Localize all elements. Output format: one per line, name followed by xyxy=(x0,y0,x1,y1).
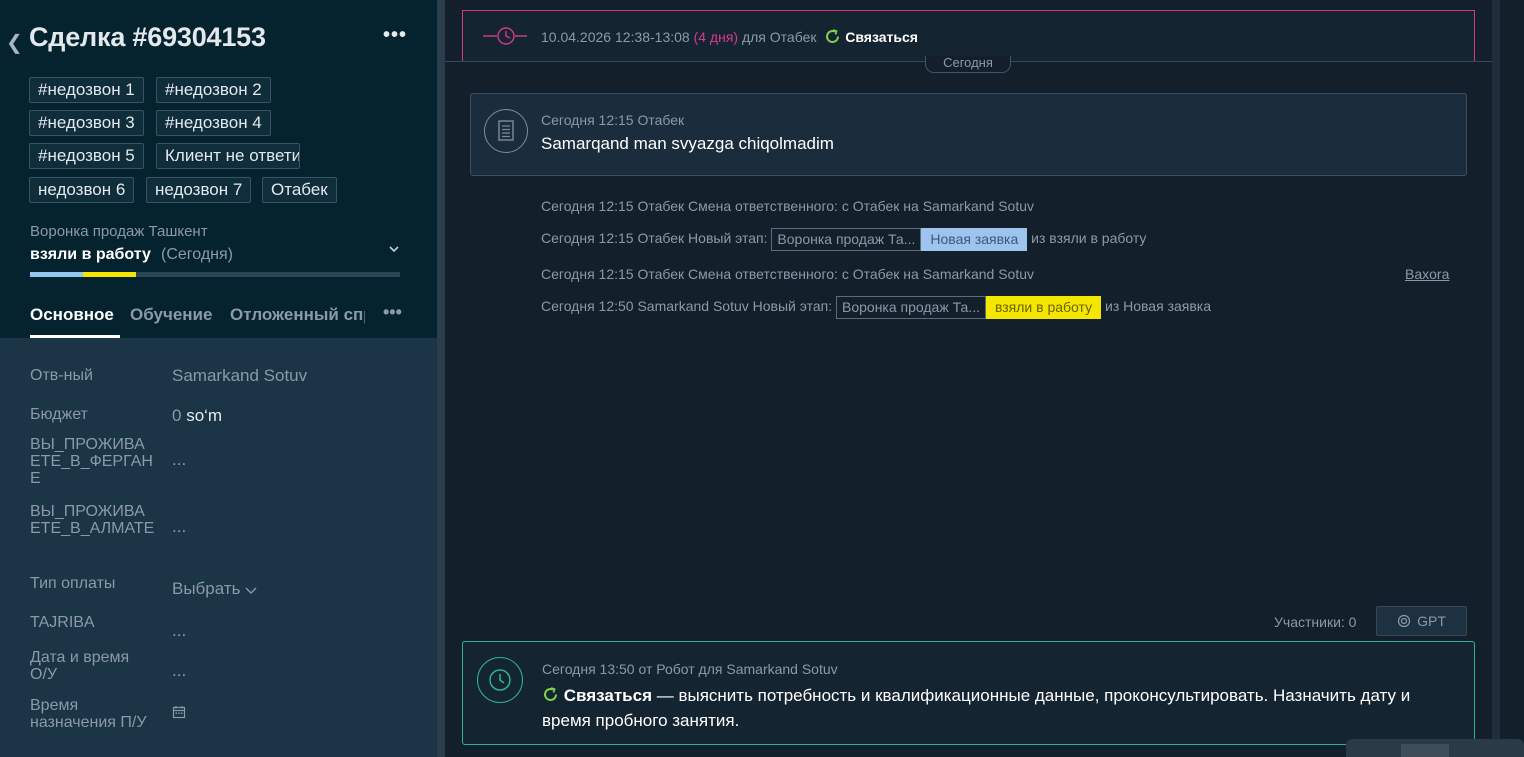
chevron-down-icon xyxy=(245,587,257,594)
back-chevron-icon[interactable]: ❮ xyxy=(6,30,23,55)
event-suffix: из Новая заявка xyxy=(1105,298,1212,315)
upcoming-task[interactable]: Сегодня 13:50 от Робот для Samarkand Sot… xyxy=(462,641,1475,745)
almaty-value[interactable]: ... xyxy=(172,517,186,537)
document-icon xyxy=(484,109,528,153)
pipeline-progress-bar xyxy=(30,272,400,277)
deal-more-menu-button[interactable]: ••• xyxy=(383,24,407,47)
participants-count[interactable]: Участники: 0 xyxy=(1274,614,1356,630)
gpt-button[interactable]: GPT xyxy=(1376,606,1467,636)
app-root: ❮ Сделка #69304153 ••• #недозвон 1 #недо… xyxy=(0,0,1524,757)
note-body: Samarqand man svyazga chiqolmadim xyxy=(541,134,834,153)
corner-widget[interactable] xyxy=(1346,739,1524,757)
event-suffix: из взяли в работу xyxy=(1031,230,1147,247)
panel-divider-scrollbar[interactable] xyxy=(437,0,445,757)
event-pipeline-box: Воронка продаж Та... xyxy=(771,228,922,251)
task-for: для Отабек xyxy=(741,29,817,45)
task-body: Связаться — выяснить потребность и квали… xyxy=(542,683,1442,733)
progress-segment-2 xyxy=(83,272,136,277)
datetime-label: Дата и время О/У xyxy=(30,649,130,683)
tajriba-label: TAJRIBA xyxy=(30,614,95,631)
pipeline-stage[interactable]: взяли в работу xyxy=(30,246,151,264)
event-prefix: Сегодня 12:15 Отабек Новый этап: xyxy=(541,230,768,247)
event-responsible-change: Сегодня 12:15 Отабек Смена ответственног… xyxy=(541,198,1035,214)
fergana-label: ВЫ_ПРОЖИВАЕТЕ_В_ФЕРГАНЕ xyxy=(30,436,153,487)
refresh-icon xyxy=(544,687,557,701)
deal-card-panel: ❮ Сделка #69304153 ••• #недозвон 1 #недо… xyxy=(0,0,437,757)
tag[interactable]: #недозвон 5 xyxy=(29,143,144,169)
task-overdue: (4 дня) xyxy=(693,29,739,45)
payment-type-value: Выбрать xyxy=(172,579,241,598)
task-date: 10.04.2026 12:38-13:08 xyxy=(541,29,690,45)
appointment-time-label: Время назначения П/У xyxy=(30,697,147,731)
refresh-icon xyxy=(826,29,840,43)
fergana-value[interactable]: ... xyxy=(172,450,186,470)
progress-segment-1 xyxy=(30,272,83,277)
task-description: — выяснить потребность и квалификационны… xyxy=(542,686,1411,730)
today-badge: Сегодня xyxy=(925,56,1011,73)
payment-type-select[interactable]: Выбрать xyxy=(172,579,257,599)
note-meta: Сегодня 12:15 Отабек xyxy=(541,112,685,128)
tag[interactable]: #недозвон 4 xyxy=(156,110,271,136)
budget-currency: so‘m xyxy=(186,406,223,425)
responsible-label: Отв-ный xyxy=(30,367,93,384)
task-action[interactable]: Связаться xyxy=(845,29,918,45)
chevron-down-icon[interactable] xyxy=(388,242,400,258)
overdue-task-text: 10.04.2026 12:38-13:08 (4 дня) для Отабе… xyxy=(541,28,918,45)
task-meta: Сегодня 13:50 от Робот для Samarkand Sot… xyxy=(542,661,838,677)
baxora-link[interactable]: Baxora xyxy=(1405,266,1449,282)
tab-main[interactable]: Основное xyxy=(30,305,114,325)
tag[interactable]: Клиент не ответи xyxy=(156,143,300,169)
gpt-label: GPT xyxy=(1417,613,1446,629)
tag[interactable]: недозвон 6 xyxy=(29,177,135,203)
tag[interactable]: Отабек xyxy=(262,177,337,203)
tajriba-value[interactable]: ... xyxy=(172,621,186,641)
tag[interactable]: #недозвон 3 xyxy=(29,110,144,136)
budget-value[interactable]: 0 so‘m xyxy=(172,406,222,426)
gpt-icon xyxy=(1398,614,1411,628)
event-pipeline-box: Воронка продаж Та... xyxy=(836,296,986,319)
clock-icon xyxy=(477,657,523,703)
tag[interactable]: #недозвон 2 xyxy=(156,77,271,103)
clock-icon xyxy=(483,25,529,52)
tag[interactable]: #недозвон 1 xyxy=(29,77,144,103)
payment-type-label: Тип оплаты xyxy=(30,575,116,592)
task-action[interactable]: Связаться xyxy=(564,686,652,705)
datetime-value[interactable]: ... xyxy=(172,661,186,681)
tab-training[interactable]: Обучение xyxy=(130,305,212,325)
event-stage-change: Сегодня 12:50 Samarkand Sotuv Новый этап… xyxy=(541,296,1211,319)
tab-deferred[interactable]: Отложенный спр xyxy=(230,305,365,325)
pipeline-stage-date: (Сегодня) xyxy=(161,246,233,263)
budget-label: Бюджет xyxy=(30,406,88,423)
responsible-value[interactable]: Samarkand Sotuv xyxy=(172,366,307,386)
corner-widget-handle[interactable] xyxy=(1401,744,1449,757)
feed-scrollbar[interactable] xyxy=(1492,0,1500,757)
deal-header: ❮ Сделка #69304153 ••• #недозвон 1 #недо… xyxy=(0,0,437,338)
tabs-more-button[interactable]: ••• xyxy=(383,302,402,323)
almaty-label: ВЫ_ПРОЖИВАЕТЕ_В_АЛМАТЕ xyxy=(30,503,155,537)
event-stage-change: Сегодня 12:15 Отабек Новый этап: Воронка… xyxy=(541,228,1146,251)
event-prefix: Сегодня 12:50 Samarkand Sotuv Новый этап… xyxy=(541,298,833,315)
calendar-icon[interactable] xyxy=(172,704,186,724)
event-responsible-change: Сегодня 12:15 Отабек Смена ответственног… xyxy=(541,266,1035,282)
note-card[interactable]: Сегодня 12:15 Отабек Samarqand man svyaz… xyxy=(470,93,1467,176)
event-stage-badge: взяли в работу xyxy=(985,296,1102,319)
budget-amount: 0 xyxy=(172,406,182,425)
pipeline-name: Воронка продаж Ташкент xyxy=(30,223,208,240)
deal-title: Сделка #69304153 xyxy=(29,22,266,52)
event-stage-badge: Новая заявка xyxy=(921,228,1028,251)
active-tab-indicator xyxy=(30,335,120,338)
tag[interactable]: недозвон 7 xyxy=(146,177,252,203)
